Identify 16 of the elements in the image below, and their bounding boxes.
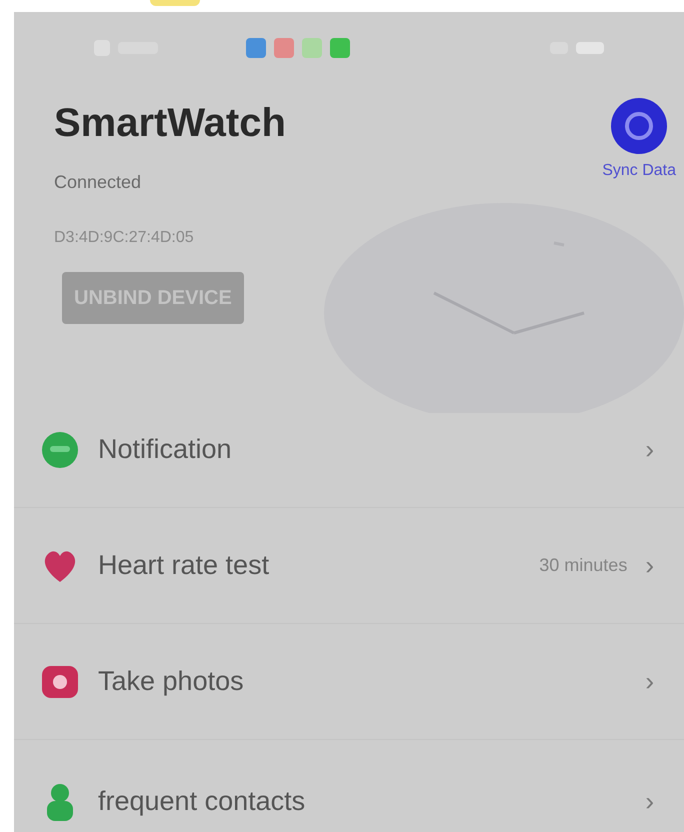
highlight-mark <box>150 0 200 6</box>
sync-data-button[interactable]: Sync Data <box>602 159 676 184</box>
menu-item-label[interactable]: frequent contacts <box>98 780 628 822</box>
chevron-icon[interactable]: › <box>645 662 658 701</box>
chevron-icon[interactable]: › <box>645 546 658 585</box>
chevron-icon[interactable]: › <box>645 782 658 820</box>
menu-item-label[interactable]: Take photos <box>98 661 628 702</box>
sync-icon[interactable] <box>610 97 668 156</box>
menu-item-label[interactable]: Heart rate test <box>98 545 522 586</box>
connection-status: Connected <box>54 171 142 194</box>
menu-item-label[interactable]: Notification <box>98 429 628 470</box>
device-name: SmartWatch <box>54 100 286 148</box>
menu-item-value: 30 minutes <box>539 554 628 577</box>
chat-bubble-icon <box>40 430 80 470</box>
chevron-icon[interactable]: › <box>645 430 658 469</box>
device-address: D3:4D:9C:27:4D:05 <box>54 228 194 248</box>
